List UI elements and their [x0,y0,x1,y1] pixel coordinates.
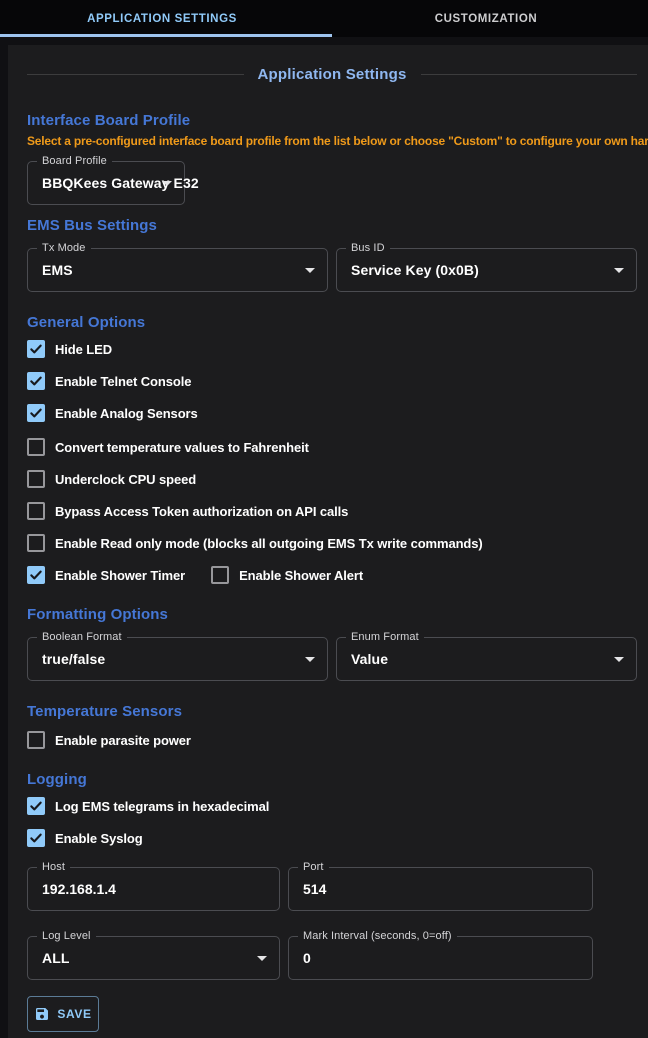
checkbox-label: Enable parasite power [55,733,191,748]
tab-application-settings[interactable]: APPLICATION SETTINGS [0,0,324,37]
checkbox-box[interactable] [27,438,45,456]
checkbox-box[interactable] [211,566,229,584]
checkbox-box[interactable] [27,372,45,390]
mark-interval-field[interactable]: Mark Interval (seconds, 0=off) [288,936,593,980]
port-input[interactable] [289,868,592,910]
board-profile-note: Select a pre-configured interface board … [27,134,637,149]
heading-general-options: General Options [27,314,637,332]
checkbox-shower-alert[interactable]: Enable Shower Alert [211,566,363,584]
checkbox-label: Bypass Access Token authorization on API… [55,504,348,519]
tx-mode-value: EMS [42,249,73,291]
checkbox-label: Log EMS telegrams in hexadecimal [55,799,269,814]
checkbox-label: Convert temperature values to Fahrenheit [55,440,309,455]
checkbox-row: Enable Syslog [27,829,637,847]
checkbox-row: Enable Telnet Console [27,372,637,390]
log-level-value: ALL [42,937,70,979]
chevron-down-icon [614,268,624,273]
bus-id-label: Bus ID [346,242,390,254]
bus-id-value: Service Key (0x0B) [351,249,479,291]
mark-interval-label: Mark Interval (seconds, 0=off) [298,930,457,942]
divider-line [27,74,244,75]
checkbox-box[interactable] [27,470,45,488]
divider-line [421,74,638,75]
board-profile-value: BBQKees Gateway E32 [42,162,199,204]
save-button[interactable]: SAVE [27,996,99,1032]
host-label: Host [37,861,70,873]
checkbox-box[interactable] [27,340,45,358]
checkbox-row: Enable Shower Timer Enable Shower Alert [27,566,637,584]
checkbox-hide-led[interactable]: Hide LED [27,340,112,358]
heading-ems-bus-settings: EMS Bus Settings [27,217,637,235]
tx-mode-select[interactable]: Tx Mode EMS [27,248,328,292]
save-icon [34,1006,50,1022]
checkbox-bypass-token[interactable]: Bypass Access Token authorization on API… [27,502,348,520]
checkbox-label: Hide LED [55,342,112,357]
checkbox-box[interactable] [27,797,45,815]
enum-format-value: Value [351,638,388,680]
checkbox-row: Convert temperature values to Fahrenheit [27,438,637,456]
host-input[interactable] [28,868,279,910]
port-field[interactable]: Port [288,867,593,911]
chevron-down-icon [162,181,172,186]
checkbox-box[interactable] [27,404,45,422]
log-level-select[interactable]: Log Level ALL [27,936,280,980]
checkbox-label: Underclock CPU speed [55,472,196,487]
checkbox-underclock-cpu[interactable]: Underclock CPU speed [27,470,196,488]
checkbox-label: Enable Syslog [55,831,143,846]
checkbox-row: Enable Analog Sensors [27,404,637,422]
checkbox-box[interactable] [27,502,45,520]
checkbox-box[interactable] [27,829,45,847]
checkbox-row: Hide LED [27,340,637,358]
checkbox-log-hex[interactable]: Log EMS telegrams in hexadecimal [27,797,269,815]
chevron-down-icon [257,956,267,961]
checkbox-enable-syslog[interactable]: Enable Syslog [27,829,143,847]
checkbox-box[interactable] [27,534,45,552]
checkbox-label: Enable Shower Timer [55,568,185,583]
boolean-format-label: Boolean Format [37,631,127,643]
board-profile-select[interactable]: Board Profile BBQKees Gateway E32 [27,161,185,205]
chevron-down-icon [305,657,315,662]
checkbox-row: Underclock CPU speed [27,470,637,488]
checkbox-label: Enable Telnet Console [55,374,191,389]
heading-temperature-sensors: Temperature Sensors [27,703,637,721]
heading-interface-board-profile: Interface Board Profile [27,112,637,130]
checkbox-row: Enable Read only mode (blocks all outgoi… [27,534,637,552]
boolean-format-value: true/false [42,638,105,680]
checkbox-fahrenheit[interactable]: Convert temperature values to Fahrenheit [27,438,309,456]
checkbox-label: Enable Analog Sensors [55,406,198,421]
tx-mode-label: Tx Mode [37,242,91,254]
checkbox-row: Enable parasite power [27,731,637,749]
chevron-down-icon [305,268,315,273]
checkbox-box[interactable] [27,731,45,749]
port-label: Port [298,861,329,873]
heading-formatting-options: Formatting Options [27,606,637,624]
board-profile-label: Board Profile [37,155,112,167]
mark-interval-input[interactable] [289,937,592,979]
checkbox-parasite-power[interactable]: Enable parasite power [27,731,191,749]
settings-panel: Application Settings Interface Board Pro… [8,45,648,1038]
enum-format-select[interactable]: Enum Format Value [336,637,637,681]
boolean-format-select[interactable]: Boolean Format true/false [27,637,328,681]
enum-format-label: Enum Format [346,631,424,643]
checkbox-box[interactable] [27,566,45,584]
checkbox-row: Log EMS telegrams in hexadecimal [27,797,637,815]
chevron-down-icon [614,657,624,662]
checkbox-enable-telnet-console[interactable]: Enable Telnet Console [27,372,191,390]
active-tab-indicator [0,34,332,37]
heading-logging: Logging [27,771,637,789]
tab-bar: APPLICATION SETTINGS CUSTOMIZATION [0,0,648,37]
page-title-divider: Application Settings [27,62,637,86]
checkbox-label: Enable Read only mode (blocks all outgoi… [55,536,483,551]
bus-id-select[interactable]: Bus ID Service Key (0x0B) [336,248,637,292]
save-button-label: SAVE [57,1007,91,1021]
checkbox-label: Enable Shower Alert [239,568,363,583]
checkbox-row: Bypass Access Token authorization on API… [27,502,637,520]
tab-customization[interactable]: CUSTOMIZATION [324,0,648,37]
host-field[interactable]: Host [27,867,280,911]
checkbox-enable-analog-sensors[interactable]: Enable Analog Sensors [27,404,198,422]
log-level-label: Log Level [37,930,96,942]
checkbox-shower-timer[interactable]: Enable Shower Timer [27,566,185,584]
checkbox-read-only-mode[interactable]: Enable Read only mode (blocks all outgoi… [27,534,483,552]
page-title: Application Settings [258,66,407,83]
